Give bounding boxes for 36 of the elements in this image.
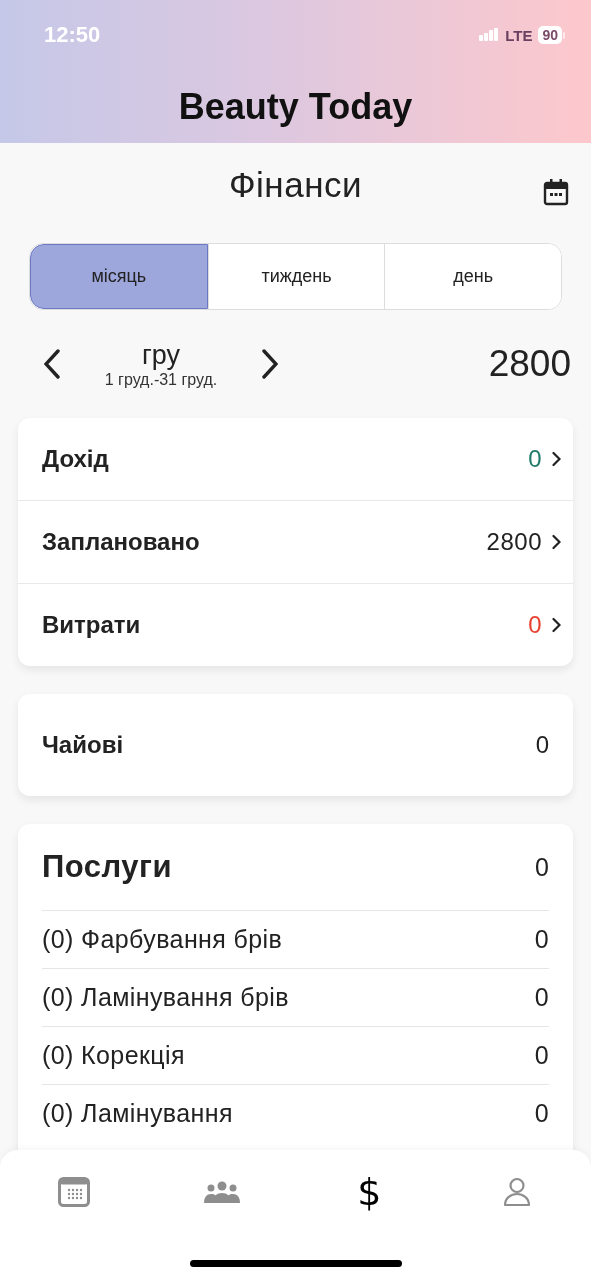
signal-icon [479,28,500,42]
date-range: 1 груд.-31 груд. [104,370,218,389]
period-tab[interactable]: день [384,244,561,309]
app-title: Beauty Today [177,85,414,129]
summary-label[interactable]: Заплановано [42,528,200,556]
tab-bar-item[interactable]: $ [295,1173,444,1211]
summary-label[interactable]: Дохід [42,445,109,473]
service-name: (0) Фарбування брів [42,925,283,954]
service-name: (0) Корекція [42,1041,185,1070]
service-name: (0) Ламінування брів [42,983,289,1012]
page-title: Фінанси [228,165,363,205]
chevron-icon [552,617,561,633]
service-value: 0 [534,925,549,954]
period-total: 2800 [488,343,572,385]
summary-value: 0 [528,445,542,473]
network-label: LTE [505,26,533,44]
service-name: (0) Ламінування [42,1099,233,1128]
chevron-icon [552,451,561,467]
summary-value: 0 [528,611,542,639]
service-value: 0 [534,983,549,1012]
month-label: гру [141,339,181,371]
profile-icon [503,1177,532,1207]
service-value: 0 [534,1041,549,1070]
period-tab[interactable]: місяць [30,244,208,309]
tips-label: Чайові [42,731,124,759]
calendar-icon [57,1177,90,1207]
battery-level: 90 [538,26,562,44]
tips-value: 0 [535,731,549,759]
service-value: 0 [534,1099,549,1128]
summary-value: 2800 [486,528,542,556]
services-total: 0 [535,852,549,882]
people-icon [203,1181,240,1203]
summary-label[interactable]: Витрати [42,611,141,639]
services-title: Послуги [42,849,173,885]
calendar-icon[interactable] [543,178,569,206]
chevron-icon [552,534,561,550]
